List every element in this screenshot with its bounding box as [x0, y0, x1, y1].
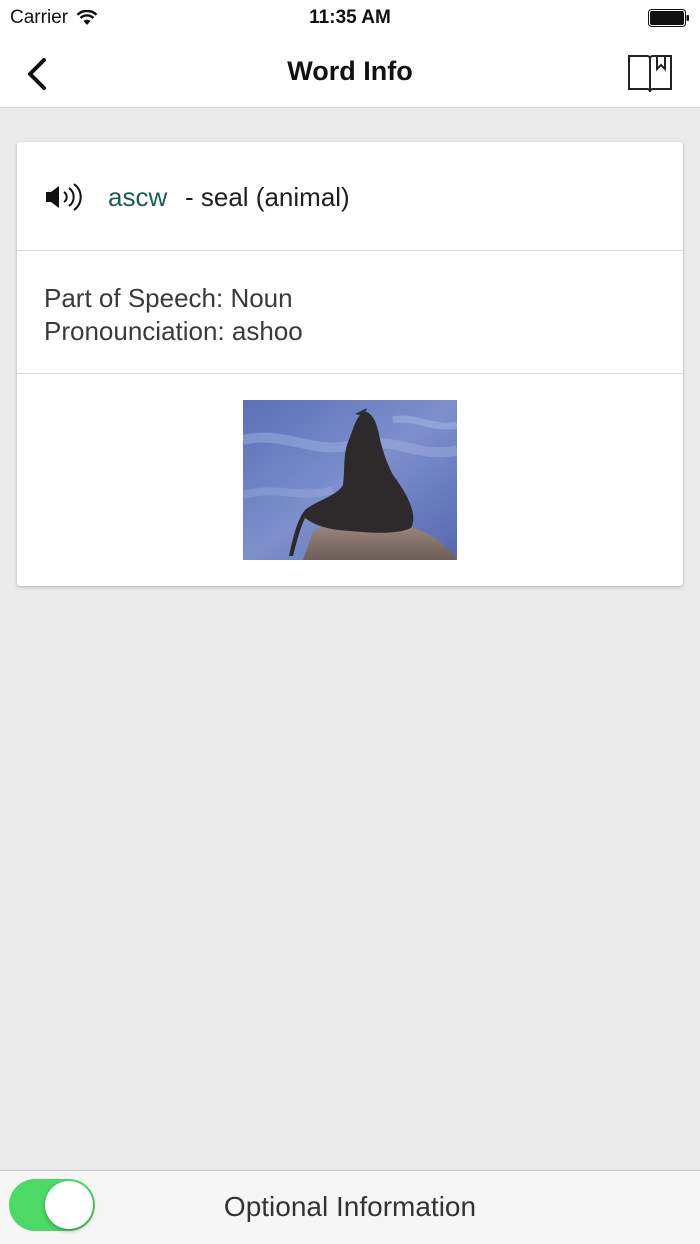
- image-row: [17, 374, 683, 586]
- battery-icon: [648, 9, 689, 27]
- seal-image: [243, 400, 457, 560]
- speaker-icon[interactable]: [43, 182, 83, 212]
- book-bookmark-icon[interactable]: [626, 52, 674, 96]
- part-of-speech: Part of Speech: Noun: [44, 283, 293, 313]
- pronunciation: Pronounciation: ashoo: [44, 316, 303, 346]
- word-term[interactable]: ascw: [108, 182, 167, 213]
- optional-information-toggle[interactable]: [9, 1179, 95, 1231]
- word-definition: - seal (animal): [185, 182, 350, 212]
- navigation-bar: Word Info: [0, 36, 700, 108]
- page-title: Word Info: [287, 56, 413, 86]
- chevron-left-icon[interactable]: [22, 54, 54, 94]
- status-bar: Carrier 11:35 AM: [0, 0, 700, 36]
- status-time: 11:35 AM: [309, 7, 391, 28]
- word-details: Part of Speech: Noun Pronounciation: ash…: [17, 251, 683, 374]
- word-row: ascw - seal (animal): [17, 142, 683, 251]
- word-info-card: ascw - seal (animal) Part of Speech: Nou…: [17, 142, 683, 586]
- optional-information-label: Optional Information: [223, 1191, 477, 1222]
- toggle-knob[interactable]: [45, 1181, 93, 1229]
- bottom-bar: Optional Information: [0, 1170, 700, 1244]
